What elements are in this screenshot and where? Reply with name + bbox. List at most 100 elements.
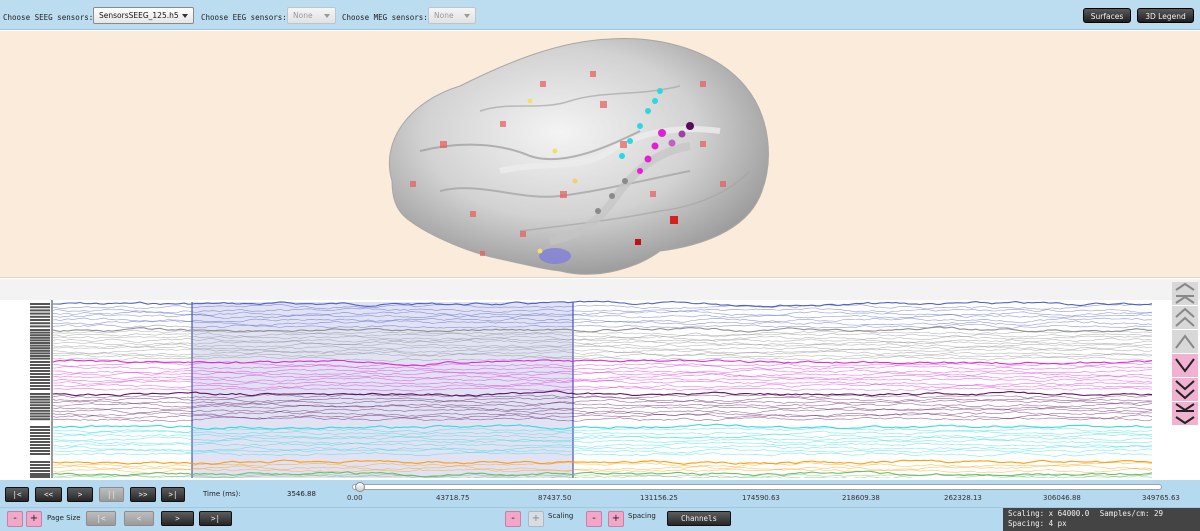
channel-label-marker <box>30 325 50 328</box>
channel-label-marker <box>30 347 50 350</box>
seeg-sensors-select[interactable]: SensorsSEEG_125.h5 <box>93 7 194 24</box>
channel-label-marker <box>30 385 50 387</box>
double-chevron-down-icon <box>1175 403 1195 425</box>
scroll-top-button[interactable] <box>1172 282 1198 305</box>
scaling-label: Scaling <box>548 512 574 520</box>
channel-label-marker <box>30 393 50 395</box>
sensor-toolbar: Choose SEEG sensors: SensorsSEEG_125.h5 … <box>0 0 1200 30</box>
channel-label-marker <box>30 401 50 404</box>
play-button[interactable]: > <box>67 487 93 502</box>
channel-label-marker <box>30 331 50 334</box>
brain-surface-canvas[interactable] <box>0 31 1200 278</box>
scaling-increase-button[interactable]: + <box>528 511 544 527</box>
chevron-down-icon <box>182 14 188 18</box>
channel-label-marker <box>30 415 50 418</box>
meg-sensors-label: Choose MEG sensors: <box>342 13 428 22</box>
channel-label-marker <box>30 376 50 378</box>
chevron-down-pair-icon <box>1175 380 1195 400</box>
spacing-increase-button[interactable]: + <box>608 511 624 527</box>
channel-label-marker <box>30 476 50 478</box>
time-slider-thumb[interactable] <box>355 482 365 492</box>
channel-label-marker <box>30 467 50 469</box>
axis-tick: 349765.63 <box>1142 494 1180 502</box>
axis-tick: 131156.25 <box>640 494 678 502</box>
channel-label-marker <box>30 334 50 337</box>
3d-legend-button[interactable]: 3D Legend <box>1137 8 1194 23</box>
channel-label-marker <box>30 412 50 415</box>
channel-label-marker <box>30 398 50 401</box>
fast-forward-button[interactable]: >> <box>130 487 156 502</box>
axis-tick: 87437.50 <box>538 494 572 502</box>
surfaces-button[interactable]: Surfaces <box>1083 8 1131 23</box>
rewind-button[interactable]: << <box>35 487 62 502</box>
double-chevron-up-icon <box>1175 282 1195 304</box>
chevron-down-icon <box>1175 358 1195 373</box>
channel-label-marker <box>30 432 50 434</box>
channel-label-marker <box>30 407 50 409</box>
channel-label-marker <box>30 357 50 360</box>
channel-label-marker <box>30 336 50 339</box>
spacing-decrease-button[interactable]: - <box>586 511 602 527</box>
channel-label-marker <box>30 435 50 437</box>
spacing-value: Spacing: 4 px <box>1008 519 1067 528</box>
channels-button[interactable]: Channels <box>667 511 731 526</box>
page-down-button[interactable] <box>1172 378 1198 401</box>
axis-tick: 306046.88 <box>1043 494 1081 502</box>
scaling-value: Scaling: x 64000.0 <box>1008 509 1090 518</box>
channel-label-marker <box>30 409 50 412</box>
pause-button[interactable]: || <box>99 487 124 502</box>
spacing-label: Spacing <box>628 512 656 520</box>
page-size-decrease-button[interactable]: - <box>7 511 23 527</box>
channel-labels <box>30 303 50 478</box>
brain-surface <box>388 38 769 275</box>
line-down-button[interactable] <box>1172 354 1198 377</box>
channel-label-marker <box>30 342 50 344</box>
page-up-button[interactable] <box>1172 306 1198 329</box>
first-page-button[interactable]: |< <box>86 511 116 526</box>
timeseries-plot[interactable] <box>0 282 1200 480</box>
eeg-sensors-label: Choose EEG sensors: <box>201 13 287 22</box>
time-value: 3546.88 <box>287 490 316 498</box>
next-page-button[interactable]: > <box>161 511 194 526</box>
channel-label-marker <box>30 364 50 366</box>
channel-label-marker <box>30 370 50 372</box>
channel-label-marker <box>30 447 50 449</box>
page-size-label: Page Size <box>47 514 81 522</box>
samples-per-cm-value: Samples/cm: 29 <box>1099 509 1164 518</box>
first-frame-button[interactable]: |< <box>5 487 29 502</box>
meg-sensors-select[interactable]: None <box>428 7 476 24</box>
channel-label-marker <box>30 329 50 331</box>
axis-tick: 43718.75 <box>436 494 470 502</box>
eeg-sensors-value: None <box>293 11 313 20</box>
channel-label-marker <box>30 352 50 355</box>
scaling-decrease-button[interactable]: - <box>505 511 521 527</box>
axis-tick: 262328.13 <box>944 494 982 502</box>
line-up-button[interactable] <box>1172 330 1198 353</box>
selection-window[interactable] <box>192 302 573 478</box>
channel-label-marker <box>30 319 50 321</box>
time-label: Time (ms): <box>203 490 241 498</box>
previous-page-button[interactable]: < <box>124 511 154 526</box>
channel-label-marker <box>30 426 50 428</box>
last-page-button[interactable]: >| <box>199 511 232 526</box>
channel-label-marker <box>30 418 50 421</box>
seeg-sensors-value: SensorsSEEG_125.h5 <box>99 11 179 20</box>
channel-label-marker <box>30 453 50 455</box>
channel-label-marker <box>30 404 50 407</box>
seeg-sensors-label: Choose SEEG sensors: <box>3 13 94 22</box>
channel-label-marker <box>30 303 50 305</box>
timeseries-canvas[interactable] <box>0 282 1170 480</box>
channel-label-marker <box>30 367 50 369</box>
last-frame-button[interactable]: >| <box>161 487 185 502</box>
channel-label-marker <box>30 312 50 315</box>
brain-3d-viewer[interactable] <box>0 31 1200 278</box>
axis-tick: 218609.38 <box>842 494 880 502</box>
channel-label-marker <box>30 382 50 384</box>
page-size-increase-button[interactable]: + <box>26 511 42 527</box>
channel-label-marker <box>30 464 50 466</box>
scroll-bottom-button[interactable] <box>1172 402 1198 425</box>
time-slider-track[interactable] <box>352 484 1162 490</box>
axis-tick: 174590.63 <box>742 494 780 502</box>
channel-label-marker <box>30 388 50 390</box>
eeg-sensors-select[interactable]: None <box>287 7 336 24</box>
